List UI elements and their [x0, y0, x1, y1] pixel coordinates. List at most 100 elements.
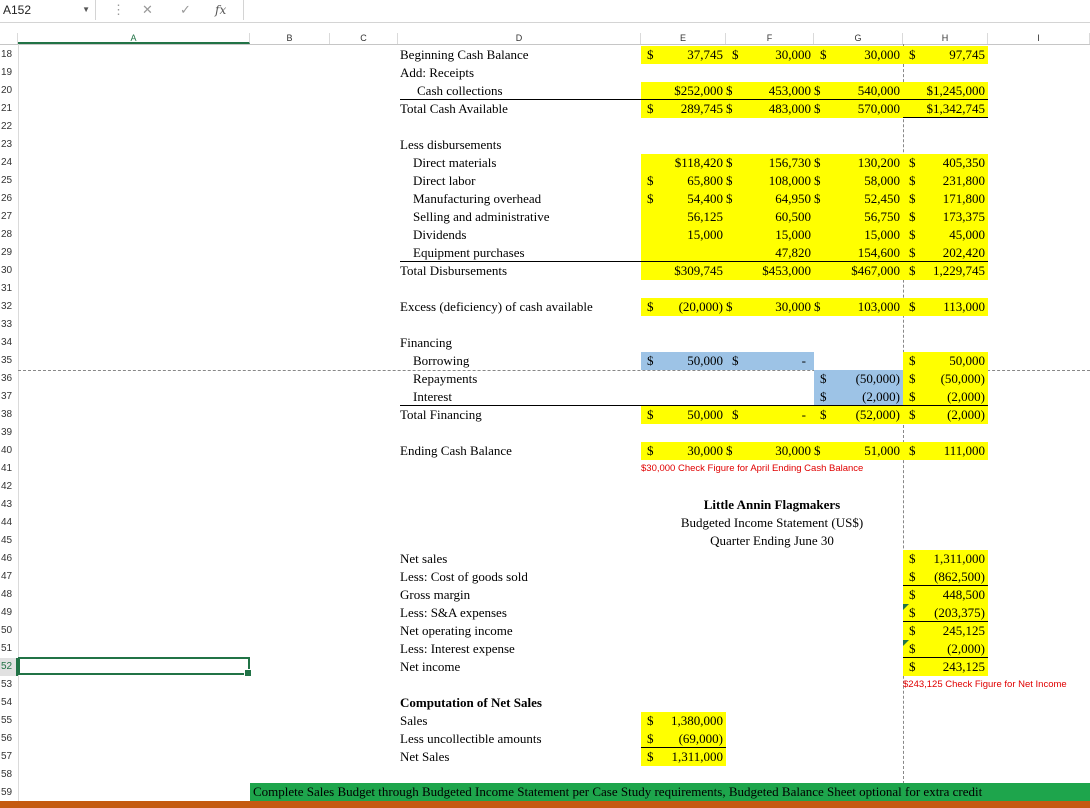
row-header-23[interactable]: 23: [0, 136, 18, 154]
row-header-59[interactable]: 59: [0, 784, 18, 802]
cell-e28[interactable]: 15,000: [641, 226, 726, 244]
cell-g18[interactable]: $30,000: [814, 46, 903, 64]
cell-e26[interactable]: $54,400: [641, 190, 726, 208]
cell-h30[interactable]: $1,229,745: [903, 262, 988, 280]
cell-h20[interactable]: $1,245,000: [903, 82, 988, 100]
cell-f20[interactable]: $453,000: [726, 82, 814, 100]
cell-g21[interactable]: $570,000: [814, 100, 903, 118]
row-header-37[interactable]: 37: [0, 388, 18, 406]
row-header-55[interactable]: 55: [0, 712, 18, 730]
cell-h46[interactable]: $1,311,000: [903, 550, 988, 568]
cell-g28[interactable]: 15,000: [814, 226, 903, 244]
column-header-f[interactable]: F: [726, 33, 814, 44]
row-header-35[interactable]: 35: [0, 352, 18, 370]
cell-h32[interactable]: $113,000: [903, 298, 988, 316]
cell-g40[interactable]: $51,000: [814, 442, 903, 460]
cell-e37-f37[interactable]: [641, 388, 814, 406]
row-header-28[interactable]: 28: [0, 226, 18, 244]
cell-e20[interactable]: $252,000: [641, 82, 726, 100]
cell-g20[interactable]: $540,000: [814, 82, 903, 100]
row-header-40[interactable]: 40: [0, 442, 18, 460]
row-header-19[interactable]: 19: [0, 64, 18, 82]
cell-h24[interactable]: $405,350: [903, 154, 988, 172]
row-header-41[interactable]: 41: [0, 460, 18, 478]
row-header-53[interactable]: 53: [0, 676, 18, 694]
cell-h37[interactable]: $ (2,000): [903, 388, 988, 406]
cell-e24[interactable]: $118,420: [641, 154, 726, 172]
cell-e56[interactable]: $ (69,000): [641, 730, 726, 748]
row-header-52[interactable]: 52: [0, 658, 18, 676]
more-options-icon[interactable]: ⋮: [112, 0, 125, 20]
row-header-48[interactable]: 48: [0, 586, 18, 604]
cell-f28[interactable]: 15,000: [726, 226, 814, 244]
cell-e30[interactable]: $309,745: [641, 262, 726, 280]
row-header-46[interactable]: 46: [0, 550, 18, 568]
cell-e55[interactable]: $1,380,000: [641, 712, 726, 730]
row-header-43[interactable]: 43: [0, 496, 18, 514]
cell-f38[interactable]: $ -: [726, 406, 814, 424]
cell-f32[interactable]: $30,000: [726, 298, 814, 316]
cell-f18[interactable]: $30,000: [726, 46, 814, 64]
cell-g29[interactable]: 154,600: [814, 244, 903, 262]
chevron-down-icon[interactable]: ▼: [82, 0, 90, 20]
row-header-18[interactable]: 18: [0, 46, 18, 64]
cell-e21[interactable]: $289,745: [641, 100, 726, 118]
cell-h51[interactable]: $ (2,000): [903, 640, 988, 658]
cell-f40[interactable]: $30,000: [726, 442, 814, 460]
cell-h40[interactable]: $111,000: [903, 442, 988, 460]
cell-f30[interactable]: $453,000: [726, 262, 814, 280]
row-header-44[interactable]: 44: [0, 514, 18, 532]
row-header-36[interactable]: 36: [0, 370, 18, 388]
row-header-31[interactable]: 31: [0, 280, 18, 298]
cell-f35[interactable]: $ -: [726, 352, 814, 370]
row-header-39[interactable]: 39: [0, 424, 18, 442]
row-header-25[interactable]: 25: [0, 172, 18, 190]
row-header-58[interactable]: 58: [0, 766, 18, 784]
name-box[interactable]: A152 ▼: [0, 0, 96, 20]
insert-function-icon[interactable]: fx: [215, 0, 226, 20]
cell-g24[interactable]: $130,200: [814, 154, 903, 172]
row-header-33[interactable]: 33: [0, 316, 18, 334]
cell-h29[interactable]: $202,420: [903, 244, 988, 262]
cell-h21[interactable]: $1,342,745: [903, 100, 988, 118]
cell-f26[interactable]: $64,950: [726, 190, 814, 208]
cell-g36[interactable]: $ (50,000): [814, 370, 903, 388]
cell-h36[interactable]: $ (50,000): [903, 370, 988, 388]
cell-g26[interactable]: $52,450: [814, 190, 903, 208]
active-cell[interactable]: [18, 657, 252, 677]
row-header-20[interactable]: 20: [0, 82, 18, 100]
cell-h47[interactable]: $ (862,500): [903, 568, 988, 586]
row-header-50[interactable]: 50: [0, 622, 18, 640]
cell-h26[interactable]: $171,800: [903, 190, 988, 208]
row-header-32[interactable]: 32: [0, 298, 18, 316]
cell-h52[interactable]: $243,125: [903, 658, 988, 676]
cell-g32[interactable]: $103,000: [814, 298, 903, 316]
cell-e32[interactable]: $ (20,000): [641, 298, 726, 316]
row-header-22[interactable]: 22: [0, 118, 18, 136]
row-header-54[interactable]: 54: [0, 694, 18, 712]
cell-g37[interactable]: $ (2,000): [814, 388, 903, 406]
column-header-h[interactable]: H: [903, 33, 988, 44]
column-header-a[interactable]: A: [18, 33, 250, 44]
row-header-26[interactable]: 26: [0, 190, 18, 208]
cell-f29[interactable]: 47,820: [726, 244, 814, 262]
cell-e40[interactable]: $30,000: [641, 442, 726, 460]
column-header-c[interactable]: C: [330, 33, 398, 44]
cell-h27[interactable]: $173,375: [903, 208, 988, 226]
cell-h18[interactable]: $97,745: [903, 46, 988, 64]
cell-f27[interactable]: 60,500: [726, 208, 814, 226]
cell-e25[interactable]: $65,800: [641, 172, 726, 190]
row-header-49[interactable]: 49: [0, 604, 18, 622]
row-header-30[interactable]: 30: [0, 262, 18, 280]
row-header-47[interactable]: 47: [0, 568, 18, 586]
cell-h28[interactable]: $45,000: [903, 226, 988, 244]
cell-h35[interactable]: $50,000: [903, 352, 988, 370]
row-header-38[interactable]: 38: [0, 406, 18, 424]
cell-e29[interactable]: [641, 244, 726, 262]
row-header-24[interactable]: 24: [0, 154, 18, 172]
enter-icon[interactable]: ✓: [180, 0, 191, 20]
row-header-51[interactable]: 51: [0, 640, 18, 658]
column-header-d[interactable]: D: [398, 33, 641, 44]
cell-e35[interactable]: $50,000: [641, 352, 726, 370]
row-header-56[interactable]: 56: [0, 730, 18, 748]
